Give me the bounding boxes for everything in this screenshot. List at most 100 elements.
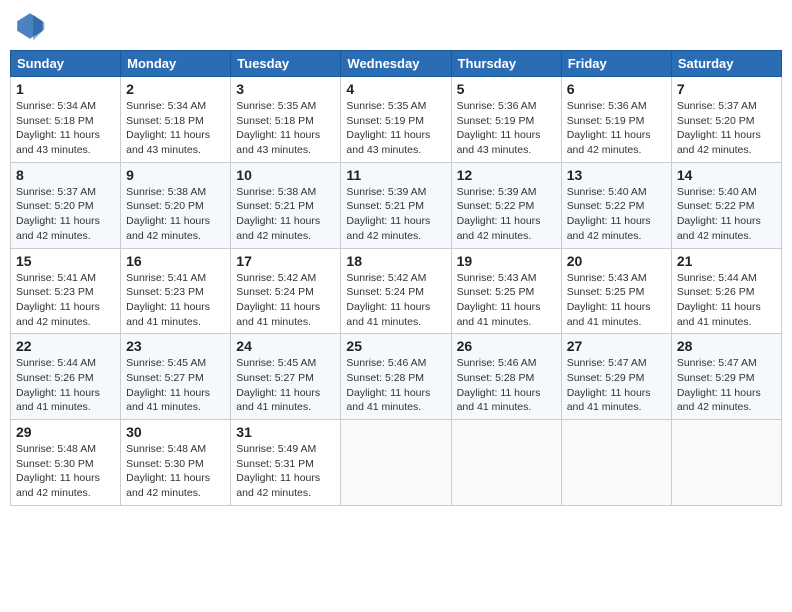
day-detail: Sunrise: 5:37 AM Sunset: 5:20 PM Dayligh…	[16, 185, 115, 244]
calendar-day-16: 16 Sunrise: 5:41 AM Sunset: 5:23 PM Dayli…	[121, 248, 231, 334]
day-detail: Sunrise: 5:46 AM Sunset: 5:28 PM Dayligh…	[346, 356, 445, 415]
day-detail: Sunrise: 5:38 AM Sunset: 5:21 PM Dayligh…	[236, 185, 335, 244]
day-number: 16	[126, 253, 225, 269]
day-detail: Sunrise: 5:47 AM Sunset: 5:29 PM Dayligh…	[567, 356, 666, 415]
calendar-day-21: 21 Sunrise: 5:44 AM Sunset: 5:26 PM Dayli…	[671, 248, 781, 334]
day-detail: Sunrise: 5:35 AM Sunset: 5:18 PM Dayligh…	[236, 99, 335, 158]
day-number: 29	[16, 424, 115, 440]
calendar-day-7: 7Sunrise: 5:37 AM Sunset: 5:20 PM Daylig…	[671, 77, 781, 163]
day-detail: Sunrise: 5:43 AM Sunset: 5:25 PM Dayligh…	[567, 271, 666, 330]
calendar-day-26: 26 Sunrise: 5:46 AM Sunset: 5:28 PM Dayli…	[451, 334, 561, 420]
day-detail: Sunrise: 5:44 AM Sunset: 5:26 PM Dayligh…	[16, 356, 115, 415]
day-number: 19	[457, 253, 556, 269]
day-number: 18	[346, 253, 445, 269]
day-detail: Sunrise: 5:46 AM Sunset: 5:28 PM Dayligh…	[457, 356, 556, 415]
day-number: 1	[16, 81, 115, 97]
calendar-day-empty	[341, 420, 451, 506]
calendar-day-10: 10 Sunrise: 5:38 AM Sunset: 5:21 PM Dayli…	[231, 162, 341, 248]
day-number: 31	[236, 424, 335, 440]
page-header	[10, 10, 782, 42]
day-number: 15	[16, 253, 115, 269]
day-number: 12	[457, 167, 556, 183]
day-detail: Sunrise: 5:45 AM Sunset: 5:27 PM Dayligh…	[236, 356, 335, 415]
day-detail: Sunrise: 5:41 AM Sunset: 5:23 PM Dayligh…	[126, 271, 225, 330]
day-number: 6	[567, 81, 666, 97]
day-detail: Sunrise: 5:36 AM Sunset: 5:19 PM Dayligh…	[457, 99, 556, 158]
calendar-day-27: 27 Sunrise: 5:47 AM Sunset: 5:29 PM Dayli…	[561, 334, 671, 420]
calendar-day-8: 8Sunrise: 5:37 AM Sunset: 5:20 PM Daylig…	[11, 162, 121, 248]
calendar-day-29: 29 Sunrise: 5:48 AM Sunset: 5:30 PM Dayli…	[11, 420, 121, 506]
column-header-monday: Monday	[121, 51, 231, 77]
calendar-day-1: 1Sunrise: 5:34 AM Sunset: 5:18 PM Daylig…	[11, 77, 121, 163]
day-number: 23	[126, 338, 225, 354]
day-detail: Sunrise: 5:35 AM Sunset: 5:19 PM Dayligh…	[346, 99, 445, 158]
day-detail: Sunrise: 5:37 AM Sunset: 5:20 PM Dayligh…	[677, 99, 776, 158]
calendar-day-18: 18Sunrise: 5:42 AM Sunset: 5:24 PM Dayli…	[341, 248, 451, 334]
calendar-day-23: 23 Sunrise: 5:45 AM Sunset: 5:27 PM Dayli…	[121, 334, 231, 420]
calendar-table: SundayMondayTuesdayWednesdayThursdayFrid…	[10, 50, 782, 506]
day-number: 14	[677, 167, 776, 183]
calendar-header: SundayMondayTuesdayWednesdayThursdayFrid…	[11, 51, 782, 77]
day-detail: Sunrise: 5:49 AM Sunset: 5:31 PM Dayligh…	[236, 442, 335, 501]
day-detail: Sunrise: 5:45 AM Sunset: 5:27 PM Dayligh…	[126, 356, 225, 415]
calendar-week-2: 8Sunrise: 5:37 AM Sunset: 5:20 PM Daylig…	[11, 162, 782, 248]
day-detail: Sunrise: 5:40 AM Sunset: 5:22 PM Dayligh…	[567, 185, 666, 244]
calendar-day-28: 28 Sunrise: 5:47 AM Sunset: 5:29 PM Dayli…	[671, 334, 781, 420]
calendar-day-19: 19 Sunrise: 5:43 AM Sunset: 5:25 PM Dayli…	[451, 248, 561, 334]
day-number: 17	[236, 253, 335, 269]
calendar-day-25: 25 Sunrise: 5:46 AM Sunset: 5:28 PM Dayli…	[341, 334, 451, 420]
calendar-day-empty	[671, 420, 781, 506]
calendar-day-empty	[561, 420, 671, 506]
column-header-saturday: Saturday	[671, 51, 781, 77]
calendar-week-1: 1 Sunrise: 5:34 AM Sunset: 5:18 PM Daylig…	[11, 77, 782, 163]
day-detail: Sunrise: 5:34 AM Sunset: 5:18 PM Dayligh…	[126, 99, 225, 158]
calendar-day-20: 20 Sunrise: 5:43 AM Sunset: 5:25 PM Dayli…	[561, 248, 671, 334]
day-detail: Sunrise: 5:42 AM Sunset: 5:24 PM Dayligh…	[236, 271, 335, 330]
day-detail: Sunrise: 5:47 AM Sunset: 5:29 PM Dayligh…	[677, 356, 776, 415]
calendar-day-13: 13 Sunrise: 5:40 AM Sunset: 5:22 PM Dayli…	[561, 162, 671, 248]
column-header-friday: Friday	[561, 51, 671, 77]
day-number: 25	[346, 338, 445, 354]
calendar-day-4: 4 Sunrise: 5:35 AM Sunset: 5:19 PM Daylig…	[341, 77, 451, 163]
day-number: 13	[567, 167, 666, 183]
calendar-day-12: 12 Sunrise: 5:39 AM Sunset: 5:22 PM Dayli…	[451, 162, 561, 248]
calendar-day-15: 15 Sunrise: 5:41 AM Sunset: 5:23 PM Dayli…	[11, 248, 121, 334]
day-number: 4	[346, 81, 445, 97]
calendar-week-4: 22 Sunrise: 5:44 AM Sunset: 5:26 PM Dayli…	[11, 334, 782, 420]
day-detail: Sunrise: 5:48 AM Sunset: 5:30 PM Dayligh…	[126, 442, 225, 501]
day-number: 10	[236, 167, 335, 183]
day-number: 5	[457, 81, 556, 97]
calendar-day-22: 22 Sunrise: 5:44 AM Sunset: 5:26 PM Dayli…	[11, 334, 121, 420]
calendar-day-empty	[451, 420, 561, 506]
logo-icon	[14, 10, 46, 42]
calendar-week-3: 15 Sunrise: 5:41 AM Sunset: 5:23 PM Dayli…	[11, 248, 782, 334]
column-header-sunday: Sunday	[11, 51, 121, 77]
day-detail: Sunrise: 5:39 AM Sunset: 5:21 PM Dayligh…	[346, 185, 445, 244]
day-number: 20	[567, 253, 666, 269]
column-header-wednesday: Wednesday	[341, 51, 451, 77]
day-number: 26	[457, 338, 556, 354]
day-detail: Sunrise: 5:39 AM Sunset: 5:22 PM Dayligh…	[457, 185, 556, 244]
calendar-week-5: 29 Sunrise: 5:48 AM Sunset: 5:30 PM Dayli…	[11, 420, 782, 506]
day-number: 3	[236, 81, 335, 97]
day-detail: Sunrise: 5:40 AM Sunset: 5:22 PM Dayligh…	[677, 185, 776, 244]
day-number: 27	[567, 338, 666, 354]
calendar-day-5: 5 Sunrise: 5:36 AM Sunset: 5:19 PM Daylig…	[451, 77, 561, 163]
calendar-day-11: 11Sunrise: 5:39 AM Sunset: 5:21 PM Dayli…	[341, 162, 451, 248]
day-number: 28	[677, 338, 776, 354]
calendar-day-17: 17 Sunrise: 5:42 AM Sunset: 5:24 PM Dayli…	[231, 248, 341, 334]
day-detail: Sunrise: 5:48 AM Sunset: 5:30 PM Dayligh…	[16, 442, 115, 501]
day-number: 22	[16, 338, 115, 354]
day-detail: Sunrise: 5:38 AM Sunset: 5:20 PM Dayligh…	[126, 185, 225, 244]
column-header-tuesday: Tuesday	[231, 51, 341, 77]
calendar-day-6: 6Sunrise: 5:36 AM Sunset: 5:19 PM Daylig…	[561, 77, 671, 163]
calendar-day-2: 2Sunrise: 5:34 AM Sunset: 5:18 PM Daylig…	[121, 77, 231, 163]
day-detail: Sunrise: 5:43 AM Sunset: 5:25 PM Dayligh…	[457, 271, 556, 330]
day-number: 30	[126, 424, 225, 440]
calendar-day-30: 30 Sunrise: 5:48 AM Sunset: 5:30 PM Dayli…	[121, 420, 231, 506]
day-number: 21	[677, 253, 776, 269]
day-detail: Sunrise: 5:41 AM Sunset: 5:23 PM Dayligh…	[16, 271, 115, 330]
calendar-day-14: 14 Sunrise: 5:40 AM Sunset: 5:22 PM Dayli…	[671, 162, 781, 248]
calendar-day-31: 31 Sunrise: 5:49 AM Sunset: 5:31 PM Dayli…	[231, 420, 341, 506]
day-detail: Sunrise: 5:44 AM Sunset: 5:26 PM Dayligh…	[677, 271, 776, 330]
